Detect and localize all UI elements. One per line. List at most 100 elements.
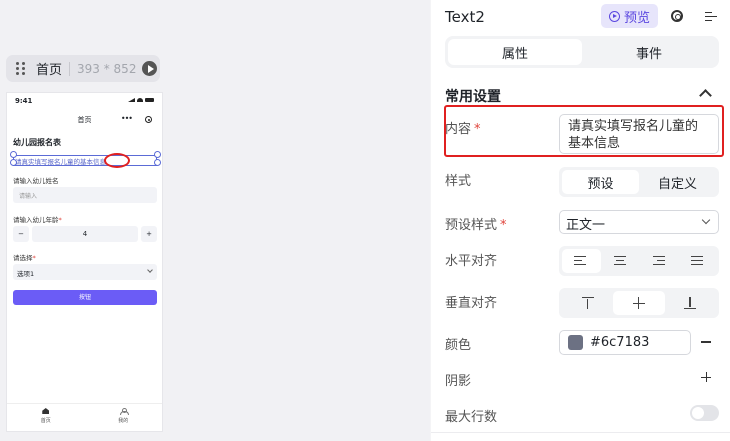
- page-name: 首页: [36, 63, 63, 78]
- preset-style-value: 正文一: [566, 218, 606, 233]
- align-middle-icon: [632, 297, 646, 309]
- field-label-select-text: 请选择: [13, 254, 33, 262]
- style-preset-option[interactable]: 预设: [562, 170, 639, 194]
- component-title: Text2: [445, 8, 485, 26]
- max-lines-toggle[interactable]: [690, 405, 719, 421]
- tab-events[interactable]: 事件: [582, 39, 716, 65]
- valign-bottom-option[interactable]: [665, 291, 716, 315]
- stepper-minus-button[interactable]: −: [13, 226, 29, 242]
- align-right-icon: [651, 255, 666, 267]
- required-mark: *: [500, 218, 507, 233]
- preview-button[interactable]: 预览: [601, 4, 658, 28]
- content-label-text: 内容: [445, 122, 472, 137]
- age-stepper[interactable]: − 4 +: [13, 226, 157, 242]
- align-justify-option[interactable]: [678, 249, 717, 273]
- page-pill[interactable]: 首页 393 * 852: [6, 55, 160, 82]
- phone-frame: 9:41 首页 ••• 幼儿园报名表 请真实填写报名儿童的基本信息 请输入幼儿姓…: [6, 92, 163, 432]
- option-select[interactable]: 选项1: [13, 264, 157, 280]
- required-mark: *: [474, 122, 481, 137]
- align-bottom-icon: [683, 297, 697, 310]
- align-center-icon: [613, 255, 627, 267]
- tab-home-label: 首页: [40, 418, 51, 424]
- status-time: 9:41: [15, 97, 33, 105]
- home-icon: [42, 408, 50, 414]
- design-canvas[interactable]: 首页 393 * 852 9:41 首页 ••• 幼儿园报名表 请真实填写报名儿…: [0, 0, 430, 441]
- v-align-label: 垂直对齐: [445, 296, 498, 311]
- panel-tabs: 属性 事件: [445, 36, 719, 68]
- color-value: #6c7183: [590, 335, 650, 350]
- panel-divider: [431, 432, 730, 433]
- field-label-select: 请选择*: [13, 252, 36, 262]
- field-label-age-text: 请输入幼儿年龄: [13, 216, 59, 224]
- style-segment: 预设 自定义: [559, 167, 719, 197]
- preset-style-label: 预设样式 *: [445, 214, 507, 233]
- chevron-down-icon: [701, 215, 711, 225]
- play-icon[interactable]: [142, 61, 158, 76]
- highlight-ellipse: [104, 153, 130, 168]
- content-label: 内容 *: [445, 118, 481, 137]
- align-right-option[interactable]: [639, 249, 678, 273]
- pill-divider: [69, 61, 71, 76]
- drag-handle-icon[interactable]: [16, 61, 26, 76]
- field-label-name: 请输入幼儿姓名: [13, 177, 59, 185]
- user-icon: [119, 408, 129, 415]
- form-title[interactable]: 幼儿园报名表: [13, 137, 61, 148]
- h-align-label: 水平对齐: [445, 254, 498, 269]
- v-align-segment: [559, 288, 719, 318]
- name-input[interactable]: 请输入: [13, 187, 157, 203]
- preset-style-select[interactable]: 正文一: [559, 210, 719, 234]
- align-top-icon: [581, 297, 595, 309]
- select-value: 选项1: [17, 270, 35, 278]
- chevron-up-icon[interactable]: [699, 89, 712, 102]
- h-align-segment: [559, 246, 719, 276]
- required-mark: *: [32, 254, 36, 262]
- preview-label: 预览: [623, 10, 650, 26]
- align-left-icon: [574, 255, 588, 267]
- wifi-icon: [137, 98, 143, 102]
- resize-handle-right[interactable]: [154, 151, 161, 158]
- preset-style-label-text: 预设样式: [445, 218, 498, 233]
- valign-middle-option[interactable]: [613, 291, 665, 315]
- stepper-value[interactable]: 4: [32, 226, 138, 242]
- chevron-down-icon: [147, 267, 153, 273]
- align-justify-icon: [690, 255, 704, 267]
- remove-color-icon[interactable]: [701, 341, 711, 343]
- gear-icon[interactable]: [671, 10, 683, 22]
- tab-mine[interactable]: 我的: [85, 404, 163, 431]
- tab-properties[interactable]: 属性: [448, 39, 582, 65]
- max-lines-label: 最大行数: [445, 410, 498, 425]
- shadow-label: 阴影: [445, 374, 472, 389]
- style-label: 样式: [445, 174, 472, 189]
- color-label: 颜色: [445, 338, 472, 353]
- play-circle-icon: [608, 10, 620, 22]
- valign-top-option[interactable]: [562, 291, 613, 315]
- page-size: 393 * 852: [77, 61, 137, 76]
- align-center-option[interactable]: [601, 249, 640, 273]
- resize-handle-left[interactable]: [10, 151, 17, 158]
- tab-mine-label: 我的: [118, 418, 129, 424]
- content-textarea[interactable]: 请真实填写报名儿童的基本信息: [559, 114, 719, 154]
- section-title: 常用设置: [445, 89, 501, 105]
- color-input[interactable]: #6c7183: [559, 330, 691, 355]
- stepper-plus-button[interactable]: +: [141, 226, 157, 242]
- nav-title: 首页: [77, 116, 92, 124]
- battery-icon: [145, 98, 154, 102]
- color-swatch[interactable]: [568, 335, 583, 350]
- add-shadow-icon[interactable]: [701, 372, 711, 382]
- required-mark: *: [58, 216, 62, 224]
- status-icons: [128, 98, 154, 102]
- tab-home[interactable]: 首页: [7, 404, 85, 431]
- resize-handle-right-bottom[interactable]: [154, 159, 161, 166]
- signal-icon: [128, 98, 135, 102]
- properties-panel: Text2 预览 属性 事件 常用设置 内容 * 请真实填写报名儿童的基本信息 样…: [431, 0, 730, 441]
- capsule-close-icon[interactable]: [145, 116, 152, 123]
- align-left-option[interactable]: [562, 249, 601, 273]
- style-custom-option[interactable]: 自定义: [639, 170, 716, 194]
- tab-bar: 首页 我的: [7, 403, 162, 431]
- field-label-age: 请输入幼儿年龄*: [13, 214, 62, 224]
- collapse-panel-icon[interactable]: [705, 12, 717, 22]
- more-icon[interactable]: •••: [121, 114, 133, 123]
- resize-handle-left-bottom[interactable]: [10, 159, 17, 166]
- selected-text[interactable]: 请真实填写报名儿童的基本信息: [15, 156, 106, 166]
- submit-button[interactable]: 按钮: [13, 290, 157, 305]
